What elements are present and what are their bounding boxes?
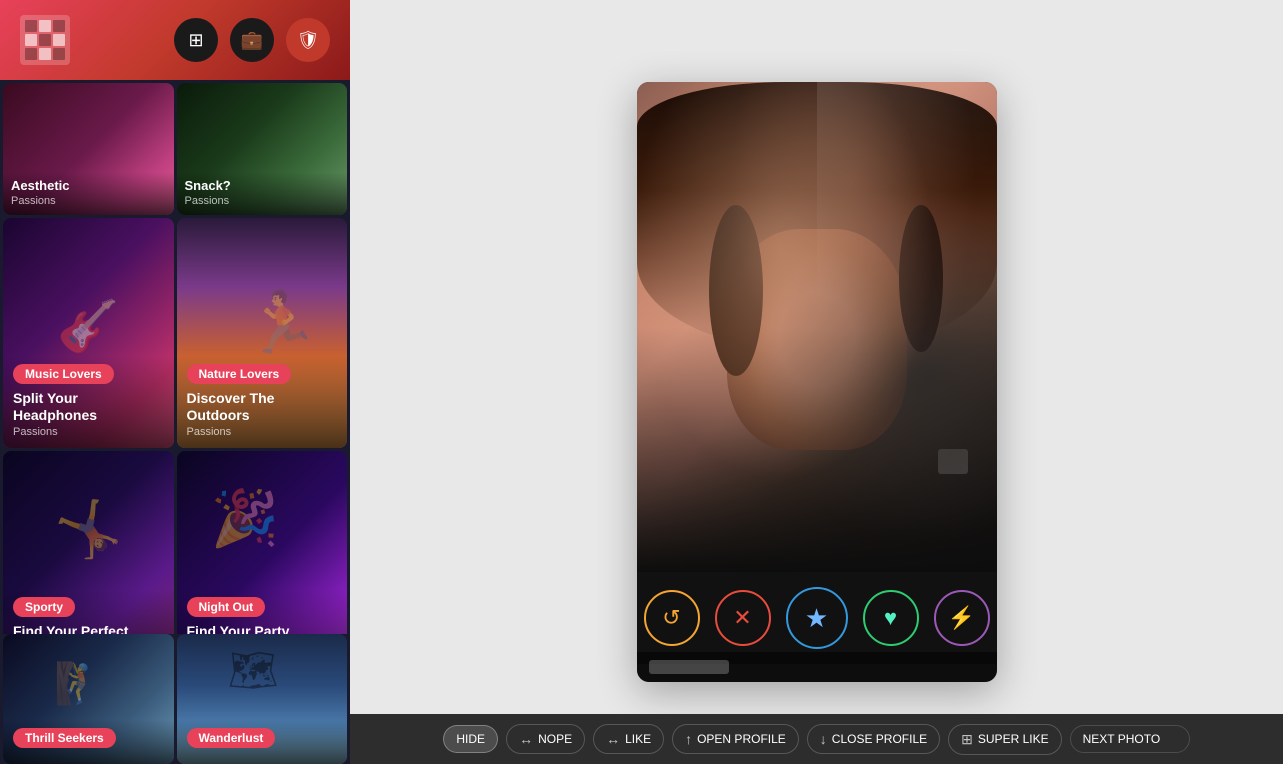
profile-info-bar bbox=[637, 652, 997, 682]
snack-title: Snack? bbox=[185, 178, 340, 193]
super-like-label: SUPER LIKE bbox=[978, 732, 1049, 746]
night-out-title: Find Your PartyPartner bbox=[187, 623, 338, 634]
explore-icon-btn[interactable]: ⊞ bbox=[174, 18, 218, 62]
top-cards-row: Aesthetic Passions Snack? Passions bbox=[0, 80, 350, 215]
next-photo-button[interactable]: NEXT PHOTO bbox=[1070, 725, 1190, 753]
close-profile-button[interactable]: ↓ CLOSE PROFILE bbox=[807, 724, 940, 754]
hide-label: HIDE bbox=[456, 732, 485, 746]
open-profile-icon: ↑ bbox=[685, 731, 692, 747]
sidebar: ⊞ 💼 🛡 Aesthetic Passions Snack? Passions bbox=[0, 0, 350, 764]
super-like-toolbar-button[interactable]: ⊞ SUPER LIKE bbox=[948, 724, 1061, 755]
header-icons: ⊞ 💼 🛡 bbox=[174, 18, 330, 62]
hide-button[interactable]: HIDE bbox=[443, 725, 498, 753]
super-like-button[interactable]: ★ bbox=[786, 587, 848, 649]
next-photo-label: NEXT PHOTO bbox=[1083, 732, 1161, 746]
open-profile-button[interactable]: ↑ OPEN PROFILE bbox=[672, 724, 799, 754]
bottom-cards-row: 🧗 Thrill Seekers 🗺 Wanderlust bbox=[0, 634, 350, 764]
nope-toolbar-button[interactable]: ↔ NOPE bbox=[506, 724, 585, 754]
thrill-seekers-card[interactable]: 🧗 Thrill Seekers bbox=[3, 634, 174, 764]
aesthetic-title: Aesthetic bbox=[11, 178, 166, 193]
wanderlust-card[interactable]: 🗺 Wanderlust bbox=[177, 634, 348, 764]
bag-icon-btn[interactable]: 💼 bbox=[230, 18, 274, 62]
profile-name-blur bbox=[649, 660, 729, 674]
sidebar-header: ⊞ 💼 🛡 bbox=[0, 0, 350, 80]
thrill-seekers-tag: Thrill Seekers bbox=[13, 728, 116, 748]
sporty-card[interactable]: 🤸 Sporty Find Your PerfectMatch Passions bbox=[3, 451, 174, 634]
aesthetic-subtitle: Passions bbox=[11, 195, 166, 207]
close-profile-label: CLOSE PROFILE bbox=[832, 732, 927, 746]
wanderlust-tag: Wanderlust bbox=[187, 728, 276, 748]
music-lovers-card[interactable]: 🎸 Music Lovers Split YourHeadphones Pass… bbox=[3, 218, 174, 448]
nope-icon: ↔ bbox=[519, 731, 533, 747]
nope-button[interactable]: ✕ bbox=[715, 590, 771, 646]
like-toolbar-button[interactable]: ↔ LIKE bbox=[593, 724, 664, 754]
main-content: ↺ ✕ ★ ♥ ⚡ bbox=[350, 0, 1283, 764]
nature-lovers-subtitle: Passions bbox=[187, 426, 338, 438]
night-out-card[interactable]: 🎉 Night Out Find Your PartyPartner Passi… bbox=[177, 451, 348, 634]
super-like-icon: ⊞ bbox=[961, 731, 973, 748]
like-icon: ↔ bbox=[606, 731, 620, 747]
sporty-title: Find Your PerfectMatch bbox=[13, 623, 164, 634]
bottom-toolbar: HIDE ↔ NOPE ↔ LIKE ↑ OPEN PROFILE ↓ CLOS… bbox=[350, 714, 1283, 764]
nope-label: NOPE bbox=[538, 732, 572, 746]
nature-lovers-title: Discover TheOutdoors bbox=[187, 390, 338, 424]
snack-subtitle: Passions bbox=[185, 195, 340, 207]
app-logo bbox=[20, 15, 70, 65]
night-out-tag: Night Out bbox=[187, 597, 266, 617]
passion-cards-grid: 🎸 Music Lovers Split YourHeadphones Pass… bbox=[0, 215, 350, 634]
music-lovers-subtitle: Passions bbox=[13, 426, 164, 438]
aesthetic-card[interactable]: Aesthetic Passions bbox=[3, 83, 174, 215]
boost-button[interactable]: ⚡ bbox=[934, 590, 990, 646]
shield-icon-btn[interactable]: 🛡 bbox=[286, 18, 330, 62]
sporty-tag: Sporty bbox=[13, 597, 75, 617]
like-label: LIKE bbox=[625, 732, 651, 746]
snack-card[interactable]: Snack? Passions bbox=[177, 83, 348, 215]
music-lovers-tag: Music Lovers bbox=[13, 364, 114, 384]
music-lovers-title: Split YourHeadphones bbox=[13, 390, 164, 424]
profile-card: ↺ ✕ ★ ♥ ⚡ bbox=[637, 82, 997, 682]
close-profile-icon: ↓ bbox=[820, 731, 827, 747]
profile-photo bbox=[637, 82, 997, 572]
profile-actions: ↺ ✕ ★ ♥ ⚡ bbox=[637, 572, 997, 664]
open-profile-label: OPEN PROFILE bbox=[697, 732, 786, 746]
like-button[interactable]: ♥ bbox=[863, 590, 919, 646]
rewind-button[interactable]: ↺ bbox=[644, 590, 700, 646]
nature-lovers-card[interactable]: 🏃 Nature Lovers Discover TheOutdoors Pas… bbox=[177, 218, 348, 448]
nature-lovers-tag: Nature Lovers bbox=[187, 364, 292, 384]
